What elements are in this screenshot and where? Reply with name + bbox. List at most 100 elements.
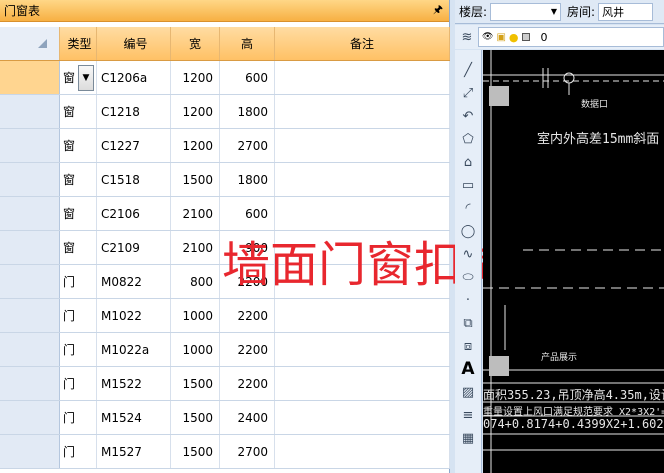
type-cell[interactable]: 门 <box>60 401 97 434</box>
dropdown-arrow-icon[interactable]: ▼ <box>78 64 95 91</box>
type-cell[interactable]: 窗 <box>60 129 97 162</box>
height-cell[interactable]: 600 <box>220 197 275 230</box>
row-selector[interactable] <box>0 231 60 264</box>
table-row[interactable]: 窗 C1227 1200 2700 <box>0 129 450 163</box>
code-cell[interactable]: C1206a <box>97 61 171 94</box>
note-cell[interactable] <box>275 401 450 434</box>
type-cell[interactable]: 门 <box>60 333 97 366</box>
type-cell[interactable]: 门 <box>60 435 97 468</box>
floor-select[interactable]: ▼ <box>490 2 562 21</box>
arc-icon[interactable]: ◜ <box>458 198 478 218</box>
width-cell[interactable]: 800 <box>171 265 220 298</box>
spline-icon[interactable]: ∿ <box>458 244 478 264</box>
note-cell[interactable] <box>275 435 450 468</box>
code-cell[interactable]: C2106 <box>97 197 171 230</box>
note-cell[interactable] <box>275 299 450 332</box>
table-row[interactable]: 窗 C1218 1200 1800 <box>0 95 450 129</box>
row-selector[interactable] <box>0 265 60 298</box>
note-cell[interactable] <box>275 95 450 128</box>
table-row[interactable]: 窗 ▼ C1206a 1200 600 <box>0 61 450 95</box>
block-icon[interactable]: ⧉ <box>458 313 478 333</box>
table-row[interactable]: 门 M1524 1500 2400 <box>0 401 450 435</box>
code-cell[interactable]: M1527 <box>97 435 171 468</box>
multiline-text-icon[interactable]: ≡ <box>458 405 478 425</box>
height-cell[interactable]: 1800 <box>220 95 275 128</box>
code-cell[interactable]: M1022 <box>97 299 171 332</box>
col-header-height[interactable]: 高 <box>220 27 275 60</box>
cad-drawing-canvas[interactable]: 数据口 室内外高差15mm斜面 产品展示 面积355.23,吊顶净高4.35m,… <box>483 50 664 473</box>
row-selector[interactable] <box>0 435 60 468</box>
code-cell[interactable]: M1022a <box>97 333 171 366</box>
code-cell[interactable]: C1218 <box>97 95 171 128</box>
row-selector[interactable] <box>0 129 60 162</box>
line-icon[interactable]: ╱ <box>458 60 478 80</box>
row-selector[interactable] <box>0 61 60 94</box>
house-shape-icon[interactable]: ⌂ <box>458 152 478 172</box>
height-cell[interactable]: 2400 <box>220 401 275 434</box>
pin-icon[interactable]: 🖈 <box>433 1 443 20</box>
col-header-code[interactable]: 编号 <box>97 27 171 60</box>
table-row[interactable]: 门 M1527 1500 2700 <box>0 435 450 469</box>
note-cell[interactable] <box>275 163 450 196</box>
row-selector[interactable] <box>0 401 60 434</box>
code-cell[interactable]: M1524 <box>97 401 171 434</box>
col-header-note[interactable]: 备注 <box>275 27 450 60</box>
col-header-type[interactable]: 类型 <box>60 27 97 60</box>
type-cell[interactable]: 窗 ▼ <box>60 61 97 94</box>
height-cell[interactable]: 2200 <box>220 299 275 332</box>
type-cell[interactable]: 窗 <box>60 163 97 196</box>
row-selector[interactable] <box>0 163 60 196</box>
insert-block-icon[interactable]: ⧈ <box>458 336 478 356</box>
type-cell[interactable]: 窗 <box>60 231 97 264</box>
width-cell[interactable]: 2100 <box>171 197 220 230</box>
width-cell[interactable]: 1500 <box>171 435 220 468</box>
hatch-icon[interactable]: ▦ <box>458 428 478 448</box>
height-cell[interactable]: 2200 <box>220 333 275 366</box>
height-cell[interactable]: 2200 <box>220 367 275 400</box>
col-header-width[interactable]: 宽 <box>171 27 220 60</box>
code-cell[interactable]: C1227 <box>97 129 171 162</box>
width-cell[interactable]: 1200 <box>171 129 220 162</box>
note-cell[interactable] <box>275 129 450 162</box>
type-cell[interactable]: 门 <box>60 299 97 332</box>
type-cell[interactable]: 门 <box>60 367 97 400</box>
layer-select[interactable]: 👁 ▣ ● 0 <box>478 27 664 47</box>
height-cell[interactable]: 1800 <box>220 163 275 196</box>
select-all-corner[interactable] <box>0 27 60 60</box>
width-cell[interactable]: 1000 <box>171 299 220 332</box>
row-selector[interactable] <box>0 299 60 332</box>
table-row[interactable]: 门 M1522 1500 2200 <box>0 367 450 401</box>
circle-icon[interactable]: ◯ <box>458 221 478 241</box>
width-cell[interactable]: 1200 <box>171 61 220 94</box>
table-row[interactable]: 门 M1022a 1000 2200 <box>0 333 450 367</box>
width-cell[interactable]: 1000 <box>171 333 220 366</box>
code-cell[interactable]: C1518 <box>97 163 171 196</box>
table-row[interactable]: 窗 C1518 1500 1800 <box>0 163 450 197</box>
row-selector[interactable] <box>0 197 60 230</box>
width-cell[interactable]: 1500 <box>171 401 220 434</box>
text-icon[interactable]: A <box>458 359 478 379</box>
pentagon-icon[interactable]: ⬠ <box>458 129 478 149</box>
ellipse-icon[interactable]: ⬭ <box>458 267 478 287</box>
rectangle-icon[interactable]: ▭ <box>458 175 478 195</box>
note-cell[interactable] <box>275 197 450 230</box>
table-row[interactable]: 窗 C2106 2100 600 <box>0 197 450 231</box>
height-cell[interactable]: 2700 <box>220 435 275 468</box>
width-cell[interactable]: 1500 <box>171 163 220 196</box>
polyline-icon[interactable]: ⤢ <box>458 83 478 103</box>
code-cell[interactable]: M1522 <box>97 367 171 400</box>
row-selector[interactable] <box>0 367 60 400</box>
type-cell[interactable]: 门 <box>60 265 97 298</box>
type-cell[interactable]: 窗 <box>60 95 97 128</box>
table-row[interactable]: 门 M1022 1000 2200 <box>0 299 450 333</box>
image-icon[interactable]: ▨ <box>458 382 478 402</box>
height-cell[interactable]: 600 <box>220 61 275 94</box>
type-cell[interactable]: 窗 <box>60 197 97 230</box>
width-cell[interactable]: 1200 <box>171 95 220 128</box>
note-cell[interactable] <box>275 333 450 366</box>
note-cell[interactable] <box>275 61 450 94</box>
width-cell[interactable]: 2100 <box>171 231 220 264</box>
code-cell[interactable]: C2109 <box>97 231 171 264</box>
arc-undo-icon[interactable]: ↶ <box>458 106 478 126</box>
note-cell[interactable] <box>275 367 450 400</box>
